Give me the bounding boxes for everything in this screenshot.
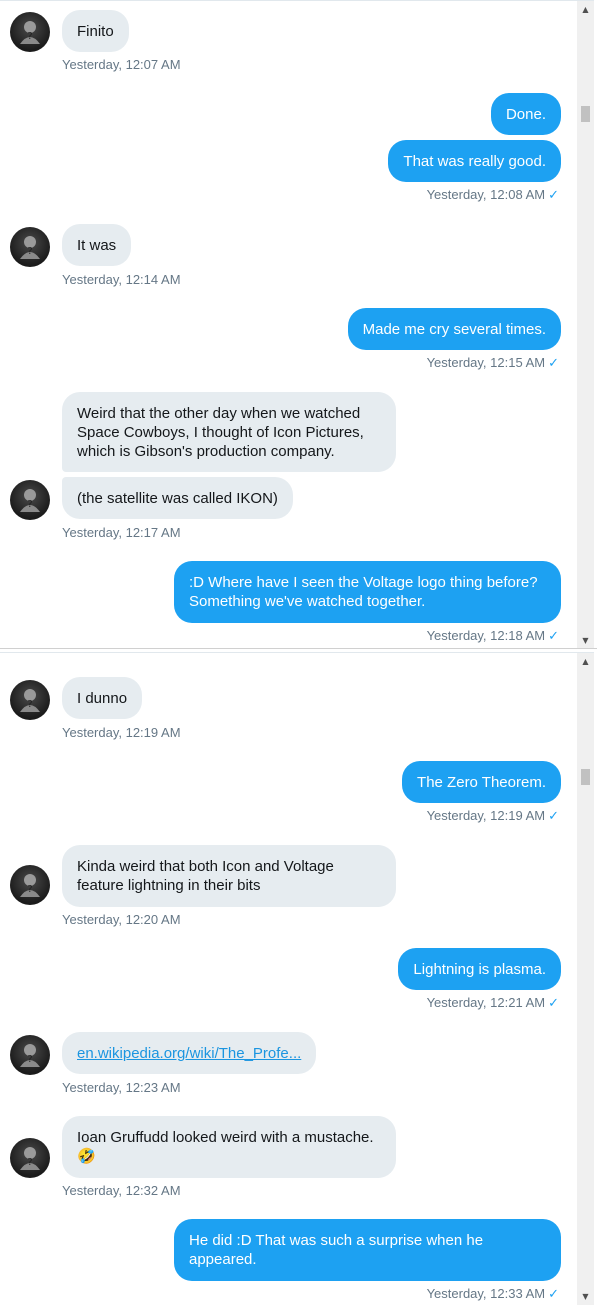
conversation-panel-bottom[interactable]: ? I dunno Yesterday, 12:19 AM The Zero T… [0, 652, 594, 1305]
message-timestamp: Yesterday, 12:21 AM ✓ [426, 995, 559, 1011]
message-timestamp: Yesterday, 12:17 AM [62, 525, 181, 540]
sent-message-bubble: Lightning is plasma. [398, 948, 561, 990]
scroll-down-arrow-icon[interactable]: ▼ [577, 632, 594, 649]
contact-avatar[interactable]: ? [10, 12, 50, 52]
message-text: (the satellite was called IKON) [77, 489, 278, 507]
read-check-icon: ✓ [548, 356, 559, 371]
message-timestamp: Yesterday, 12:07 AM [62, 57, 181, 72]
scrollbar-thumb[interactable] [581, 106, 590, 122]
svg-text:?: ? [27, 31, 32, 42]
user-silhouette-icon: ? [20, 874, 40, 897]
message-timestamp: Yesterday, 12:18 AM ✓ [426, 628, 559, 644]
received-message-bubble: en.wikipedia.org/wiki/The_Profe... [62, 1032, 317, 1074]
contact-avatar[interactable]: ? [10, 1035, 50, 1075]
received-message-bubble: Finito [62, 10, 129, 52]
message-line: Something we've watched together. [189, 593, 426, 610]
message-text: Done. [505, 105, 546, 123]
sent-message-bubble: He did :D That was such a surprise when … [174, 1219, 561, 1281]
user-silhouette-icon: ? [20, 1044, 40, 1067]
user-silhouette-icon: ? [20, 236, 40, 259]
message-link[interactable]: en.wikipedia.org/wiki/The_Profe... [77, 1044, 301, 1063]
sent-message-bubble: The Zero Theorem. [402, 761, 561, 803]
message-timestamp: Yesterday, 12:15 AM ✓ [426, 355, 559, 371]
svg-text:?: ? [27, 884, 32, 895]
user-silhouette-icon: ? [20, 21, 40, 44]
message-text: Lightning is plasma. [413, 960, 546, 978]
contact-avatar[interactable]: ? [10, 865, 50, 905]
contact-avatar[interactable]: ? [10, 227, 50, 267]
message-text: Made me cry several times. [362, 320, 546, 338]
svg-text:?: ? [27, 699, 32, 710]
message-line: :D Where have I seen the Voltage logo th… [189, 574, 538, 591]
read-check-icon: ✓ [548, 1287, 559, 1302]
svg-text:?: ? [27, 499, 32, 510]
message-line: appeared. [189, 1251, 257, 1268]
message-timestamp: Yesterday, 12:14 AM [62, 272, 181, 287]
contact-avatar[interactable]: ? [10, 1138, 50, 1178]
read-check-icon: ✓ [548, 996, 559, 1011]
read-check-icon: ✓ [548, 188, 559, 203]
scroll-up-arrow-icon[interactable]: ▲ [577, 1, 594, 18]
scroll-up-arrow-icon[interactable]: ▲ [577, 653, 594, 670]
svg-text:?: ? [27, 246, 32, 257]
message-text: The Zero Theorem. [417, 773, 546, 791]
message-timestamp: Yesterday, 12:23 AM [62, 1080, 181, 1095]
sent-message-bubble: Done. [490, 93, 561, 135]
sent-message-bubble: Made me cry several times. [347, 308, 561, 350]
svg-text:?: ? [27, 1054, 32, 1065]
received-message-bubble: It was [62, 224, 132, 266]
message-line: He did :D That was such a surprise when … [189, 1232, 484, 1249]
received-message-bubble: Ioan Gruffudd looked weird with a mustac… [62, 1116, 396, 1178]
message-text: It was [77, 236, 117, 254]
laughing-emoji: 🤣 [77, 1148, 96, 1165]
message-timestamp: Yesterday, 12:19 AM [62, 725, 181, 740]
message-line: Ioan Gruffudd looked weird with a mustac… [77, 1129, 374, 1146]
contact-avatar[interactable]: ? [10, 680, 50, 720]
received-message-bubble: Weird that the other day when we watched… [62, 392, 396, 472]
message-text: Finito [77, 22, 114, 40]
received-message-bubble: (the satellite was called IKON) [62, 477, 293, 519]
received-message-bubble: Kinda weird that both Icon and Voltage f… [62, 845, 396, 907]
sent-message-bubble: :D Where have I seen the Voltage logo th… [174, 561, 561, 623]
message-timestamp: Yesterday, 12:08 AM ✓ [426, 187, 559, 203]
message-line: which is Gibson's production company. [77, 442, 335, 460]
message-timestamp: Yesterday, 12:33 AM ✓ [426, 1286, 559, 1302]
message-line: Space Cowboys, I thought of Icon Picture… [77, 423, 364, 441]
sent-message-bubble: That was really good. [388, 140, 561, 182]
user-silhouette-icon: ? [20, 689, 40, 712]
vertical-scrollbar[interactable]: ▲ ▼ [577, 653, 594, 1305]
conversation-panel-top[interactable]: ? Finito Yesterday, 12:07 AM Done. That … [0, 0, 594, 649]
message-line: Weird that the other day when we watched [77, 404, 361, 422]
message-timestamp: Yesterday, 12:19 AM ✓ [426, 808, 559, 824]
read-check-icon: ✓ [548, 809, 559, 824]
message-text: I dunno [77, 689, 128, 707]
message-timestamp: Yesterday, 12:20 AM [62, 912, 181, 927]
scrollbar-thumb[interactable] [581, 769, 590, 785]
user-silhouette-icon: ? [20, 489, 40, 512]
scroll-down-arrow-icon[interactable]: ▼ [577, 1288, 594, 1305]
message-line: Kinda weird that both Icon and Voltage [77, 858, 334, 875]
user-silhouette-icon: ? [20, 1147, 40, 1170]
read-check-icon: ✓ [548, 629, 559, 644]
message-timestamp: Yesterday, 12:32 AM [62, 1183, 181, 1198]
message-line: feature lightning in their bits [77, 877, 261, 894]
vertical-scrollbar[interactable]: ▲ ▼ [577, 1, 594, 649]
svg-text:?: ? [27, 1157, 32, 1168]
message-text: That was really good. [403, 152, 546, 170]
contact-avatar[interactable]: ? [10, 480, 50, 520]
received-message-bubble: I dunno [62, 677, 143, 719]
